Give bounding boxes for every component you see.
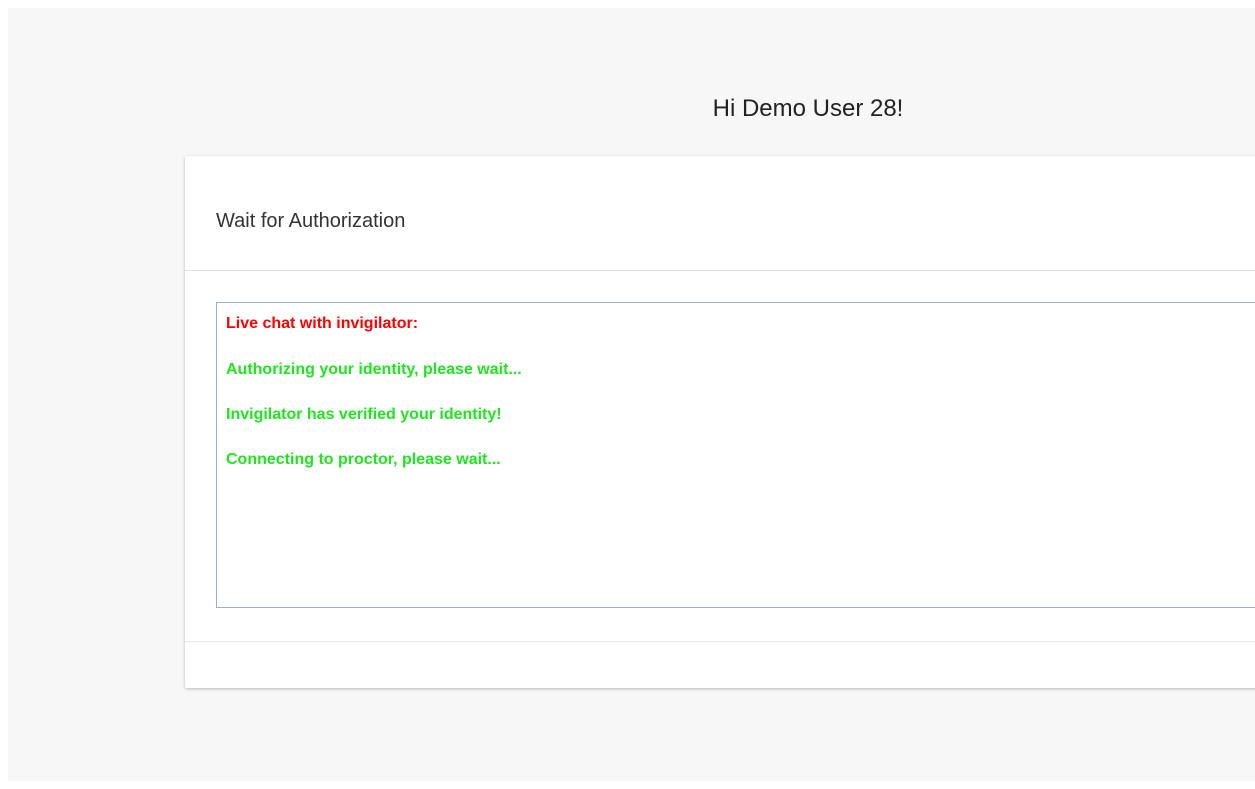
chat-header: Live chat with invigilator: xyxy=(226,315,419,332)
chat-log[interactable]: Live chat with invigilator: Authorizing … xyxy=(216,302,1255,608)
card-header: Wait for Authorization xyxy=(185,156,1255,271)
chat-message: Invigilator has verified your identity! xyxy=(226,406,502,423)
greeting-heading: Hi Demo User 28! xyxy=(712,95,904,122)
authorization-card: Wait for Authorization Live chat with in… xyxy=(185,156,1255,688)
card-footer-divider xyxy=(185,641,1255,642)
page-container: Hi Demo User 28! Wait for Authorization … xyxy=(8,8,1255,781)
chat-message: Connecting to proctor, please wait... xyxy=(226,451,501,468)
card-title: Wait for Authorization xyxy=(216,210,406,232)
chat-message: Authorizing your identity, please wait..… xyxy=(226,361,522,378)
